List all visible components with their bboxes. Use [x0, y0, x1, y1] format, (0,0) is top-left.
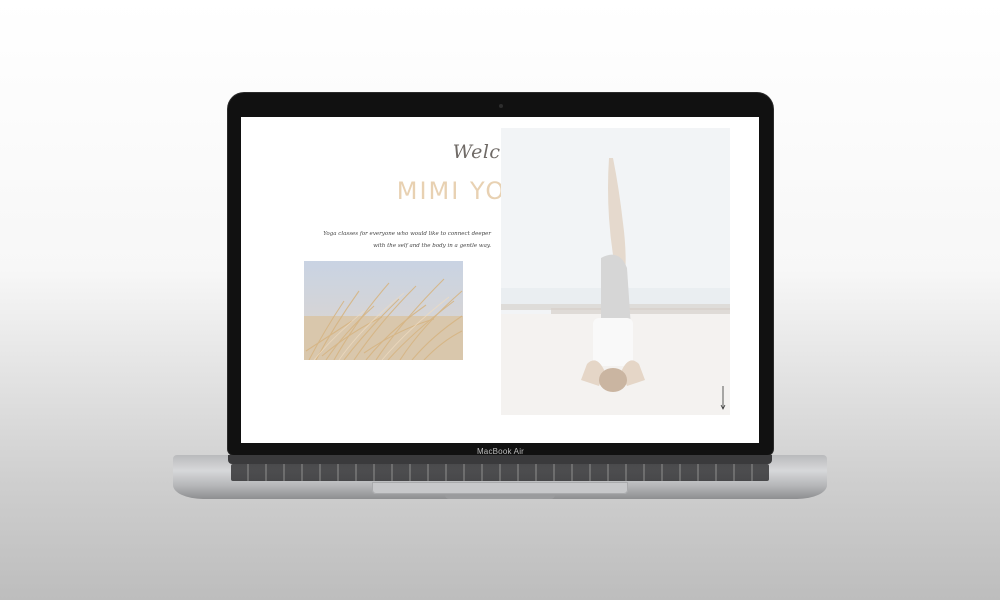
laptop-base: [173, 455, 827, 499]
camera: [499, 104, 503, 108]
yoga-headstand-photo: [501, 128, 730, 415]
scroll-down-arrow-icon[interactable]: [720, 386, 726, 410]
keyboard: [231, 464, 769, 481]
lid-opening-notch: [445, 495, 555, 499]
laptop-lid: Welcome to MIMI YOGA Yoga classes for ev…: [228, 93, 773, 456]
tagline-line-1: Yoga classes for everyone who would like…: [323, 231, 491, 237]
yoga-image: [501, 128, 730, 415]
tagline-line-2: with the self and the body in a gentle w…: [373, 243, 491, 249]
hinge: [228, 455, 772, 464]
tagline: Yoga classes for everyone who would like…: [295, 228, 491, 252]
trackpad: [372, 482, 628, 494]
grass-photo: [304, 261, 463, 360]
grass-image: [304, 261, 463, 360]
website-screen: Welcome to MIMI YOGA Yoga classes for ev…: [241, 117, 759, 443]
